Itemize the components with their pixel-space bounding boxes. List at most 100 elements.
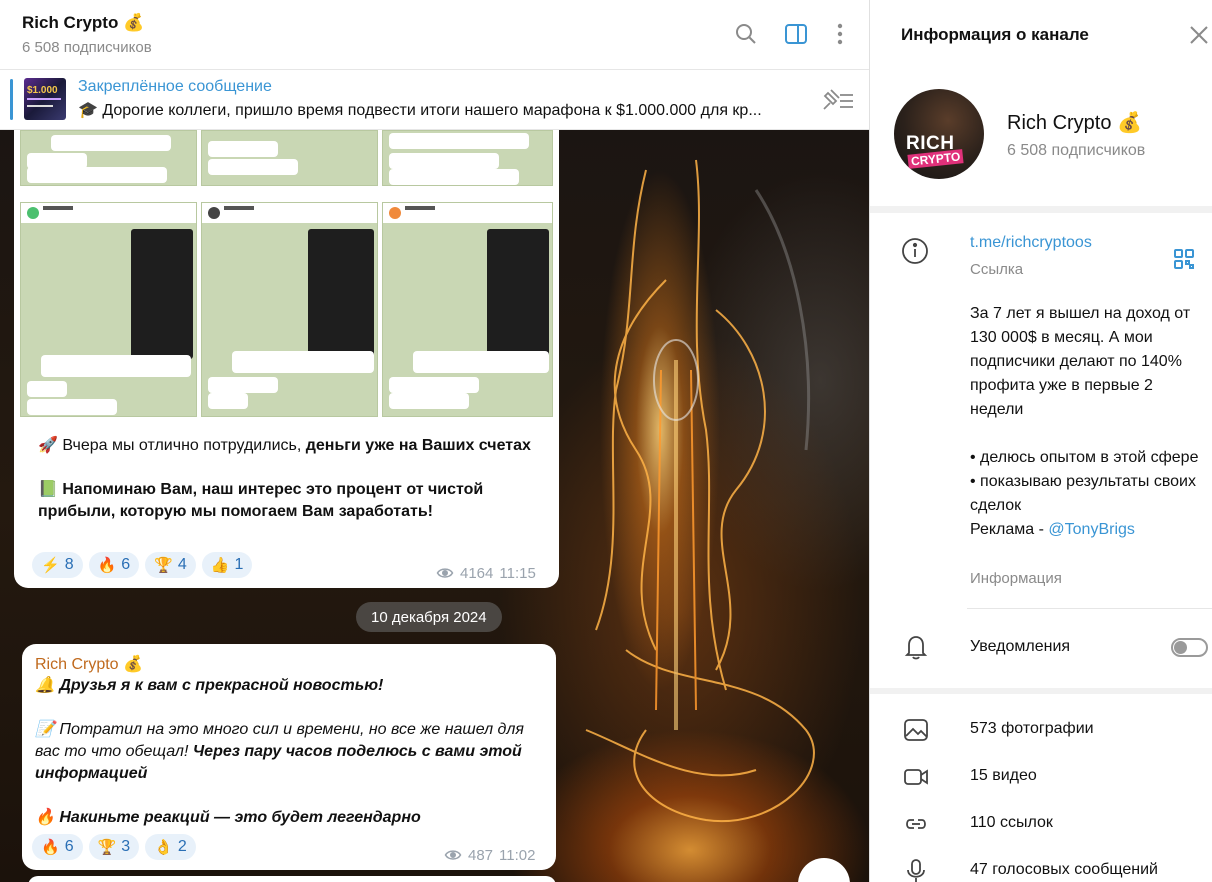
media-row-voice[interactable]: 47 голосовых сообщений bbox=[870, 847, 1212, 882]
subscriber-count: 6 508 подписчиков bbox=[22, 39, 152, 56]
media-label: 15 видео bbox=[970, 767, 1037, 784]
pinned-list-icon[interactable] bbox=[820, 87, 856, 113]
pinned-indicator bbox=[10, 79, 13, 120]
photo-icon bbox=[903, 718, 929, 742]
description-caption: Информация bbox=[970, 570, 1062, 587]
reaction-count: 4 bbox=[177, 556, 187, 573]
reaction-list: 🔥 6 🏆 3 👌 2 bbox=[32, 834, 196, 860]
notifications-toggle[interactable] bbox=[1171, 638, 1208, 657]
message-text-bold: 📗 Напоминаю Вам, наш интерес это процент… bbox=[38, 481, 484, 520]
message-time: 11:15 bbox=[499, 564, 536, 582]
media-row-videos[interactable]: 15 видео bbox=[870, 753, 1212, 800]
pinned-title: Закреплённое сообщение bbox=[78, 78, 272, 95]
reaction-chip[interactable]: 🏆 4 bbox=[145, 552, 196, 578]
search-icon[interactable] bbox=[734, 22, 758, 48]
qr-code-icon[interactable] bbox=[1173, 248, 1195, 270]
info-details: t.me/richcryptoos Ссылка За 7 лет я выше… bbox=[870, 213, 1212, 688]
microphone-icon bbox=[903, 859, 929, 882]
screenshot-thumb[interactable] bbox=[382, 202, 553, 417]
message-meta: 487 11:02 bbox=[444, 846, 535, 864]
reaction-count: 6 bbox=[121, 556, 131, 573]
bell-icon bbox=[903, 633, 929, 661]
info-icon bbox=[901, 237, 929, 265]
message-text-bold: 🔔 Друзья я к вам с прекрасной новостью! bbox=[35, 677, 384, 694]
chat-header: Rich Crypto 💰 6 508 подписчиков bbox=[0, 0, 869, 70]
reaction-emoji: 🔥 bbox=[41, 839, 60, 856]
reaction-count: 8 bbox=[64, 556, 74, 573]
sidebar-toggle-icon[interactable] bbox=[784, 22, 808, 48]
link-caption: Ссылка bbox=[970, 261, 1024, 278]
reaction-emoji: 🏆 bbox=[154, 557, 173, 574]
description-bullet: • делюсь опытом в этой сфере bbox=[970, 449, 1199, 466]
message-text-bold: деньги уже на Ваших счетах bbox=[305, 437, 531, 454]
wallpaper-bulb-filaments bbox=[585, 159, 815, 823]
shared-media-list: 573 фотографии 15 видео 110 ссылок 47 го… bbox=[870, 694, 1212, 882]
info-header: Информация о канале RICH CRYPTO Rich Cry… bbox=[870, 0, 1212, 206]
message-text: 🔔 Друзья я к вам с прекрасной новостью! … bbox=[35, 675, 545, 851]
eye-icon bbox=[436, 568, 454, 578]
description-bullet: • показываю результаты своих сделок bbox=[970, 473, 1196, 514]
photo-collage[interactable] bbox=[20, 130, 553, 417]
media-label: 573 фотографии bbox=[970, 720, 1094, 737]
media-label: 110 ссылок bbox=[970, 814, 1053, 831]
reaction-list: ⚡ 8 🔥 6 🏆 4 👍 1 bbox=[32, 552, 253, 578]
message-meta: 4164 11:15 bbox=[436, 564, 536, 582]
description-text: За 7 лет я вышел на доход от 130 000$ в … bbox=[970, 305, 1191, 418]
channel-subscribers: 6 508 подписчиков bbox=[1007, 142, 1146, 159]
reaction-emoji: ⚡ bbox=[41, 557, 60, 574]
screenshot-thumb[interactable] bbox=[20, 202, 197, 417]
media-row-links[interactable]: 110 ссылок bbox=[870, 800, 1212, 847]
view-count: 4164 bbox=[460, 564, 494, 582]
channel-info-panel: Информация о канале RICH CRYPTO Rich Cry… bbox=[869, 0, 1212, 882]
channel-description: За 7 лет я вышел на доход от 130 000$ в … bbox=[970, 302, 1210, 542]
screenshot-thumb[interactable] bbox=[201, 130, 378, 186]
message-author[interactable]: Rich Crypto 💰 bbox=[35, 654, 143, 674]
date-separator: 10 декабря 2024 bbox=[356, 602, 502, 632]
screenshot-thumb[interactable] bbox=[382, 130, 553, 186]
reaction-chip[interactable]: 👍 1 bbox=[201, 552, 253, 578]
more-options-icon[interactable] bbox=[828, 22, 852, 48]
eye-icon bbox=[444, 850, 462, 860]
channel-link[interactable]: t.me/richcryptoos bbox=[970, 234, 1092, 252]
pinned-message-bar[interactable]: $1.000 Закреплённое сообщение 🎓 Дорогие … bbox=[0, 70, 869, 130]
message-time: 11:02 bbox=[499, 846, 536, 864]
chat-area: Rich Crypto 💰 6 508 подписчиков $1.000 З… bbox=[0, 0, 869, 882]
pinned-thumbnail: $1.000 bbox=[24, 78, 66, 120]
message-bubble[interactable]: 🚀 Вчера мы отлично потрудились, деньги у… bbox=[14, 130, 559, 588]
reaction-count: 6 bbox=[64, 838, 74, 855]
ad-contact-link[interactable]: @TonyBrigs bbox=[1048, 521, 1135, 538]
reaction-chip[interactable]: 🔥 6 bbox=[88, 552, 140, 578]
reaction-emoji: 🔥 bbox=[97, 557, 117, 574]
reaction-emoji: 🏆 bbox=[97, 839, 117, 856]
reaction-chip[interactable]: 🔥 6 bbox=[32, 834, 83, 860]
info-panel-title: Информация о канале bbox=[901, 25, 1089, 44]
reaction-chip[interactable]: 👌 2 bbox=[145, 834, 196, 860]
description-text: Реклама - bbox=[970, 521, 1049, 538]
message-text-bold: 🔥 Накиньте реакций — это будет легендарн… bbox=[35, 809, 421, 826]
close-icon[interactable] bbox=[1188, 24, 1210, 46]
message-text: 🚀 Вчера мы отлично потрудились, деньги у… bbox=[38, 435, 538, 545]
message-text-part: 🚀 Вчера мы отлично потрудились, bbox=[38, 437, 306, 454]
screenshot-thumb[interactable] bbox=[20, 130, 197, 186]
reaction-chip[interactable]: 🏆 3 bbox=[88, 834, 140, 860]
channel-title[interactable]: Rich Crypto 💰 bbox=[22, 13, 144, 33]
reaction-count: 2 bbox=[177, 838, 187, 855]
link-icon bbox=[903, 812, 929, 836]
screenshot-thumb[interactable] bbox=[201, 202, 378, 417]
video-icon bbox=[903, 765, 929, 789]
notifications-label: Уведомления bbox=[970, 638, 1071, 655]
message-bubble[interactable] bbox=[28, 876, 556, 882]
divider bbox=[967, 608, 1212, 609]
reaction-chip[interactable]: ⚡ 8 bbox=[32, 552, 83, 578]
pinned-preview: 🎓 Дорогие коллеги, пришло время подвести… bbox=[78, 102, 762, 119]
channel-name: Rich Crypto 💰 bbox=[1007, 112, 1142, 134]
reaction-count: 3 bbox=[121, 838, 131, 855]
media-label: 47 голосовых сообщений bbox=[970, 861, 1158, 878]
reaction-count: 1 bbox=[234, 556, 244, 573]
channel-avatar[interactable]: RICH CRYPTO bbox=[894, 89, 984, 179]
message-bubble[interactable]: Rich Crypto 💰 🔔 Друзья я к вам с прекрас… bbox=[22, 644, 556, 870]
reaction-emoji: 👍 bbox=[210, 557, 230, 574]
media-row-photos[interactable]: 573 фотографии bbox=[870, 706, 1212, 753]
reaction-emoji: 👌 bbox=[154, 839, 173, 856]
view-count: 487 bbox=[468, 846, 494, 864]
